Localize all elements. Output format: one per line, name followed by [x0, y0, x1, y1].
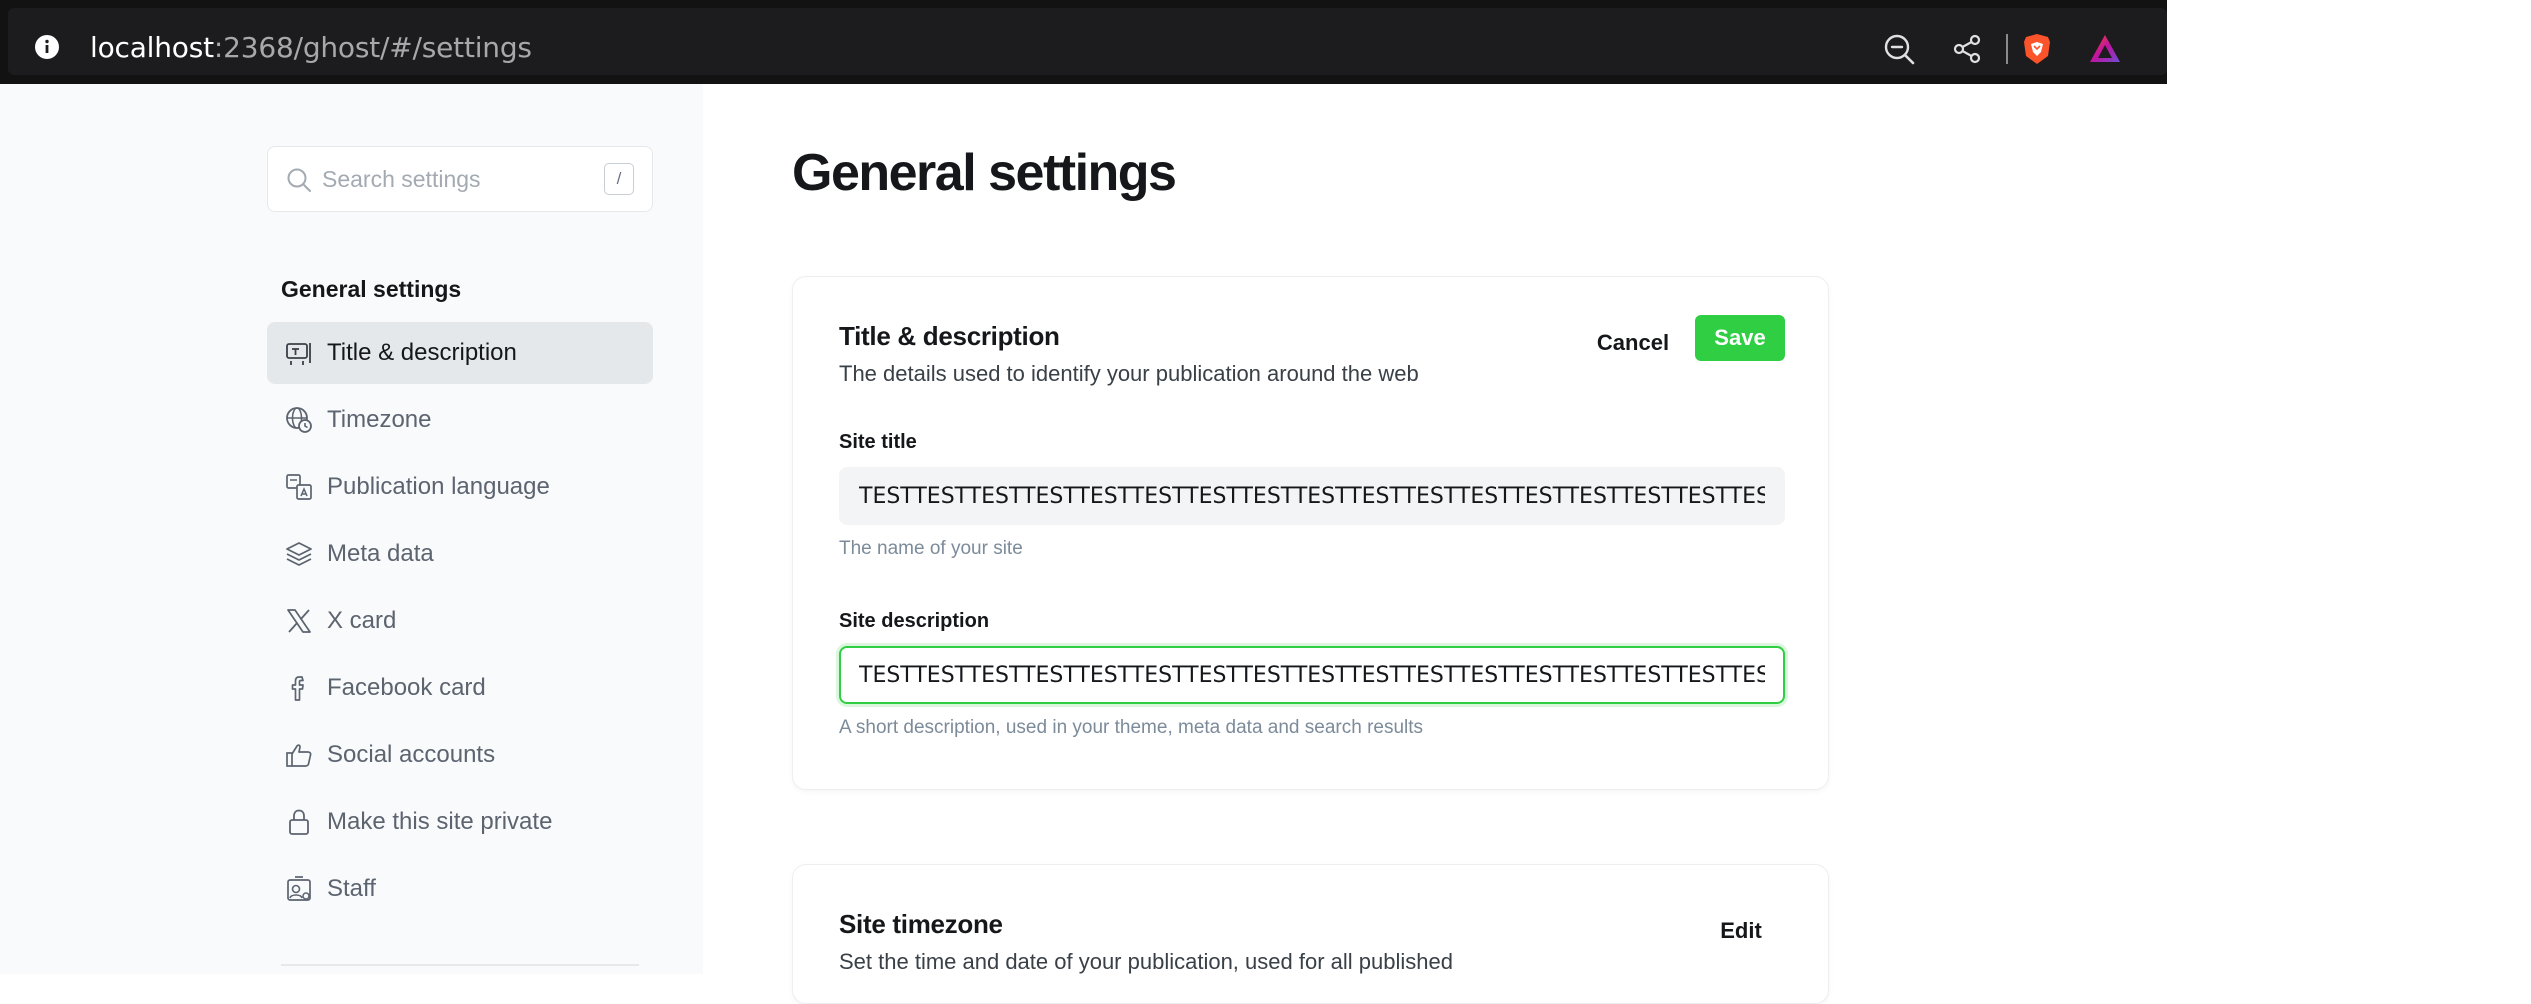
sidebar-item-label: X card — [327, 607, 397, 634]
search-icon — [287, 168, 311, 192]
sidebar-item-label: Social accounts — [327, 741, 496, 768]
layers-icon — [286, 542, 312, 566]
sidebar-item-label: Staff — [327, 875, 376, 902]
lock-icon — [289, 809, 309, 835]
page-title: General settings — [792, 144, 1177, 202]
x-logo-icon — [287, 609, 311, 633]
search-shortcut-key: / — [604, 163, 634, 195]
address-bar[interactable]: localhost:2368/ghost/#/settings — [8, 8, 2167, 75]
globe-clock-icon — [286, 407, 312, 433]
site-timezone-card: Site timezone Set the time and date of y… — [792, 864, 1829, 1004]
sidebar-item-title-description[interactable]: Title & description — [267, 322, 653, 384]
browser-toolbar-blank — [2167, 0, 2531, 84]
toolbar-separator — [2006, 34, 2008, 64]
card-title: Site timezone — [839, 909, 1003, 939]
card-title: Title & description — [839, 321, 1060, 351]
cancel-button[interactable]: Cancel — [1583, 321, 1683, 365]
sidebar-item-social-accounts[interactable]: Social accounts — [267, 724, 653, 786]
sidebar-item-facebook-card[interactable]: Facebook card — [267, 657, 653, 719]
title-description-icon — [286, 343, 311, 365]
brave-shield-icon[interactable] — [2020, 32, 2054, 66]
sidebar-item-label: Timezone — [327, 406, 432, 433]
search-placeholder: Search settings — [322, 166, 481, 192]
sidebar-item-label: Publication language — [327, 473, 550, 500]
url-host: localhost — [90, 31, 214, 64]
sidebar-item-staff[interactable]: Staff — [267, 858, 653, 920]
title-description-card: Title & description The details used to … — [792, 276, 1829, 790]
translate-icon — [286, 474, 312, 500]
settings-sidebar: Search settings / General settings Title… — [0, 84, 703, 974]
sidebar-item-make-site-private[interactable]: Make this site private — [267, 791, 653, 853]
browser-chrome: localhost:2368/ghost/#/settings — [0, 0, 2531, 84]
site-description-input[interactable] — [839, 646, 1785, 704]
sidebar-heading-general-settings: General settings — [281, 276, 462, 302]
sidebar-item-label: Make this site private — [327, 808, 553, 835]
staff-icon — [287, 876, 311, 901]
sidebar-item-meta-data[interactable]: Meta data — [267, 523, 653, 585]
zoom-out-icon[interactable] — [1882, 32, 1916, 66]
site-title-input[interactable] — [839, 467, 1785, 525]
sidebar-item-timezone[interactable]: Timezone — [267, 389, 653, 451]
site-description-label: Site description — [839, 610, 990, 632]
sidebar-item-x-card[interactable]: X card — [267, 590, 653, 652]
sidebar-item-publication-language[interactable]: Publication language — [267, 456, 653, 518]
sidebar-item-label: Facebook card — [327, 674, 486, 701]
sidebar-item-label: Title & description — [327, 339, 517, 366]
thumbs-up-icon — [286, 744, 312, 767]
site-description-hint: A short description, used in your theme,… — [839, 717, 1424, 738]
card-description: The details used to identify your public… — [839, 361, 1419, 386]
search-settings-input[interactable]: Search settings / — [267, 146, 653, 212]
card-description: Set the time and date of your publicatio… — [839, 949, 1453, 974]
share-icon[interactable] — [1950, 32, 1984, 66]
url-path: :2368/ghost/#/settings — [213, 31, 532, 64]
sidebar-item-label: Meta data — [327, 540, 434, 567]
brave-rewards-icon[interactable] — [2088, 32, 2122, 66]
site-title-hint: The name of your site — [839, 538, 1023, 559]
save-button[interactable]: Save — [1695, 315, 1785, 361]
site-title-label: Site title — [839, 431, 917, 453]
info-icon[interactable] — [34, 34, 60, 60]
url-text[interactable]: localhost:2368/ghost/#/settings — [90, 31, 532, 64]
edit-timezone-button[interactable]: Edit — [1701, 909, 1781, 953]
sidebar-divider — [281, 964, 639, 966]
facebook-icon — [291, 676, 304, 701]
